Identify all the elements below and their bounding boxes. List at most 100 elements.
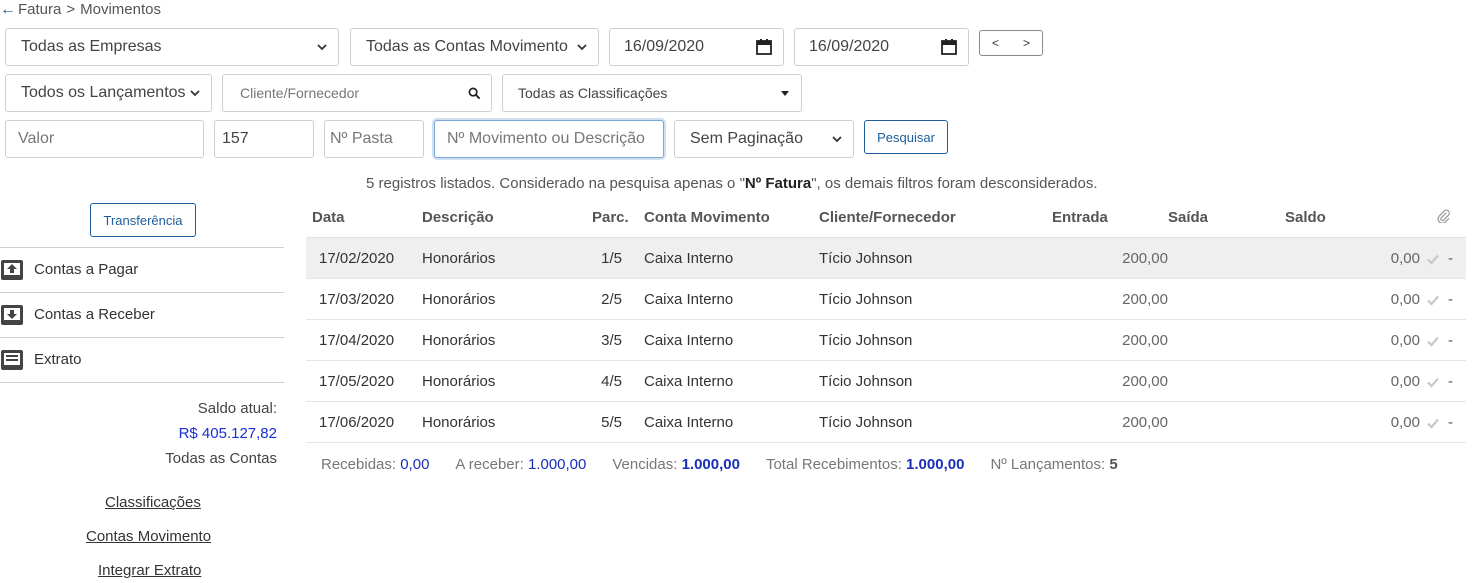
results-info-suffix: ", os demais filtros foram desconsiderad… — [811, 175, 1098, 192]
search-icon[interactable] — [468, 87, 481, 100]
col-parc[interactable]: Parc. — [592, 197, 644, 238]
check-icon[interactable] — [1426, 334, 1440, 348]
classificacoes-select[interactable]: Todas as Classificações — [502, 74, 802, 112]
cell-cliente: Tício Johnson — [819, 319, 1052, 361]
sidebar-item-contas-a-pagar[interactable]: Contas a Pagar — [0, 247, 284, 291]
lancamentos-select[interactable]: Todos os Lançamentos — [5, 74, 212, 112]
calendar-icon[interactable] — [940, 38, 958, 56]
date-from-input[interactable]: 16/09/2020 — [609, 28, 784, 66]
col-saldo[interactable]: Saldo — [1285, 197, 1420, 238]
cell-conta: Caixa Interno — [644, 237, 819, 279]
cell-saida — [1168, 319, 1285, 361]
link-classificacoes[interactable]: Classificações — [105, 494, 201, 511]
paginacao-select[interactable]: Sem Paginação — [674, 120, 854, 158]
chevron-down-icon — [317, 44, 327, 51]
cell-cliente: Tício Johnson — [819, 401, 1052, 443]
total-a-receber-value: 1.000,00 — [527, 456, 587, 473]
cell-saldo: 0,00 — [1285, 401, 1420, 443]
total-recebidas: Recebidas: 0,00 — [321, 456, 429, 473]
pasta-placeholder: Nº Pasta — [330, 130, 393, 147]
search-button[interactable]: Pesquisar — [864, 120, 948, 154]
cell-saida — [1168, 401, 1285, 443]
cell-data: 17/04/2020 — [306, 319, 422, 361]
total-lancamentos-value: 5 — [1109, 456, 1118, 473]
next-date-button[interactable]: > — [1023, 36, 1030, 50]
check-icon[interactable] — [1426, 375, 1440, 389]
col-data[interactable]: Data — [306, 197, 422, 238]
total-a-receber: A receber: 1.000,00 — [455, 456, 586, 473]
cell-anexo: - — [1420, 360, 1466, 402]
cell-descricao: Honorários — [422, 401, 592, 443]
attachment-dash: - — [1448, 331, 1453, 349]
cell-entrada: 200,00 — [1052, 237, 1168, 279]
prev-date-button[interactable]: < — [992, 36, 999, 50]
date-nav: < > — [979, 30, 1043, 56]
col-conta[interactable]: Conta Movimento — [644, 197, 819, 238]
col-anexo — [1420, 197, 1466, 238]
total-a-receber-label: A receber: — [455, 456, 524, 473]
results-info: 5 registros listados. Considerado na pes… — [366, 175, 1098, 192]
check-icon[interactable] — [1426, 252, 1440, 266]
table-row[interactable]: 17/05/2020 Honorários 4/5 Caixa Interno Tíci… — [306, 360, 1466, 402]
sidebar-item-label: Contas a Pagar — [34, 261, 139, 278]
results-info-prefix: 5 registros listados. Considerado na pes… — [366, 175, 745, 192]
cell-entrada: 200,00 — [1052, 360, 1168, 402]
chevron-down-icon — [832, 136, 842, 143]
table-row[interactable]: 17/04/2020 Honorários 3/5 Caixa Interno Tíci… — [306, 319, 1466, 361]
cell-anexo: - — [1420, 401, 1466, 443]
chevron-down-icon — [190, 90, 200, 97]
check-icon[interactable] — [1426, 293, 1440, 307]
empresas-select[interactable]: Todas as Empresas — [5, 28, 339, 66]
total-recebimentos-label: Total Recebimentos: — [765, 456, 902, 473]
download-box-icon — [1, 304, 23, 325]
valor-input[interactable]: Valor — [5, 120, 204, 158]
cell-saida — [1168, 278, 1285, 320]
cell-saldo: 0,00 — [1285, 237, 1420, 279]
contas-select[interactable]: Todas as Contas Movimento — [350, 28, 599, 66]
paperclip-icon — [1436, 209, 1450, 224]
col-entrada[interactable]: Entrada — [1052, 197, 1168, 238]
cell-parc: 4/5 — [592, 360, 644, 402]
link-integrar-extrato[interactable]: Integrar Extrato — [98, 562, 201, 579]
attachment-dash: - — [1448, 413, 1453, 431]
movimento-descricao-input[interactable]: Nº Movimento ou Descrição — [434, 120, 664, 158]
cliente-fornecedor-input[interactable]: Cliente/Fornecedor — [222, 74, 492, 112]
saldo-label: Saldo atual: — [197, 400, 277, 417]
pasta-input[interactable]: Nº Pasta — [324, 120, 424, 158]
fatura-value: 157 — [222, 130, 249, 147]
cell-conta: Caixa Interno — [644, 278, 819, 320]
movimento-descricao-placeholder: Nº Movimento ou Descrição — [447, 130, 645, 147]
col-saida[interactable]: Saída — [1168, 197, 1285, 238]
upload-box-icon — [1, 259, 23, 280]
attachment-dash: - — [1448, 290, 1453, 308]
total-vencidas-value: 1.000,00 — [681, 456, 740, 473]
cell-saldo: 0,00 — [1285, 360, 1420, 402]
fatura-input[interactable]: 157 — [214, 120, 314, 158]
transfer-button[interactable]: Transferência — [90, 203, 196, 237]
date-from-value: 16/09/2020 — [624, 38, 705, 55]
attachment-dash: - — [1448, 372, 1453, 390]
table-row[interactable]: 17/03/2020 Honorários 2/5 Caixa Interno Tíci… — [306, 278, 1466, 320]
cell-descricao: Honorários — [422, 319, 592, 361]
calendar-icon[interactable] — [755, 38, 773, 56]
table-row[interactable]: 17/02/2020 Honorários 1/5 Caixa Interno Tíci… — [306, 237, 1466, 279]
results-info-highlight: Nº Fatura — [744, 175, 812, 192]
link-contas-movimento[interactable]: Contas Movimento — [86, 528, 211, 545]
breadcrumb-root[interactable]: Fatura — [18, 0, 61, 20]
sidebar-item-label: Contas a Receber — [34, 306, 155, 323]
table-row[interactable]: 17/06/2020 Honorários 5/5 Caixa Interno Tíci… — [306, 401, 1466, 443]
cell-entrada: 200,00 — [1052, 278, 1168, 320]
check-icon[interactable] — [1426, 416, 1440, 430]
col-descricao[interactable]: Descrição — [422, 197, 592, 238]
cell-parc: 5/5 — [592, 401, 644, 443]
cell-conta: Caixa Interno — [644, 401, 819, 443]
sidebar-item-extrato[interactable]: Extrato — [0, 337, 284, 381]
date-to-input[interactable]: 16/09/2020 — [794, 28, 969, 66]
sidebar-item-contas-a-receber[interactable]: Contas a Receber — [0, 292, 284, 336]
cell-anexo: - — [1420, 278, 1466, 320]
statement-icon — [1, 349, 23, 370]
movements-table: Data Descrição Parc. Conta Movimento Cli… — [306, 197, 1466, 443]
arrow-left-icon[interactable]: ← — [0, 0, 16, 20]
cell-saida — [1168, 237, 1285, 279]
col-cliente[interactable]: Cliente/Fornecedor — [819, 197, 1052, 238]
